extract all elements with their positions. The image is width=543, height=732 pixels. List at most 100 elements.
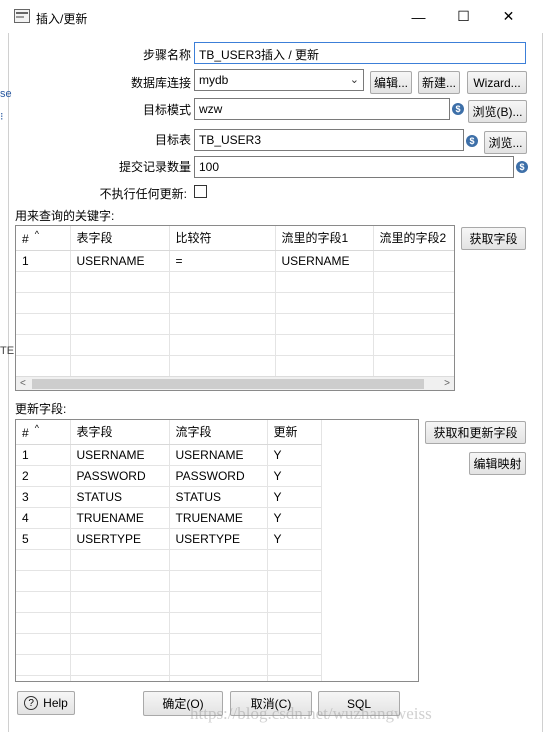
- table-row[interactable]: [16, 633, 322, 655]
- maximize-icon: ☐: [457, 8, 470, 24]
- table-cell[interactable]: Y: [267, 444, 322, 466]
- table-row[interactable]: 5 USERTYPE USERTYPE Y: [16, 528, 322, 550]
- get-update-fields-button[interactable]: 获取和更新字段: [425, 421, 526, 444]
- table-cell[interactable]: USERNAME: [275, 250, 374, 272]
- update-table-grid: # ^ 表字段 流字段 更新 1 USERNAME USERNAME Y 2 PA…: [16, 420, 322, 681]
- no-update-checkbox[interactable]: [194, 185, 207, 198]
- table-row[interactable]: 3 STATUS STATUS Y: [16, 486, 322, 508]
- key-table: # ^ 表字段 比较符 流里的字段1 流里的字段2 1 USERNAME = US…: [15, 225, 455, 391]
- table-cell[interactable]: TRUENAME: [70, 507, 170, 529]
- table-cell[interactable]: USERNAME: [70, 250, 170, 272]
- column-header[interactable]: # ^: [16, 226, 71, 251]
- table-cell[interactable]: TRUENAME: [169, 507, 268, 529]
- table-cell[interactable]: Y: [267, 465, 322, 487]
- table-row[interactable]: 4 TRUENAME TRUENAME Y: [16, 507, 322, 529]
- help-button[interactable]: ? Help: [17, 691, 75, 715]
- help-icon: ?: [24, 696, 39, 710]
- minimize-icon: —: [411, 8, 426, 25]
- step-name-input[interactable]: TB_USER3插入 / 更新: [194, 42, 526, 64]
- table-row[interactable]: [16, 334, 454, 356]
- table-cell[interactable]: Y: [267, 528, 322, 550]
- table-cell[interactable]: USERNAME: [70, 444, 170, 466]
- chevron-down-icon: ⌄: [349, 74, 359, 86]
- column-header[interactable]: 表字段: [70, 420, 170, 445]
- variable-icon[interactable]: $: [452, 103, 464, 115]
- table-row[interactable]: [16, 292, 454, 314]
- step-name-label: 步骤名称: [142, 48, 191, 62]
- table-row[interactable]: [16, 355, 454, 377]
- table-header-row: # ^ 表字段 流字段 更新: [16, 420, 322, 445]
- background-artifact: se: [0, 88, 12, 100]
- commit-size-input[interactable]: 100: [194, 156, 514, 178]
- commit-size-label: 提交记录数量: [118, 160, 191, 174]
- table-row[interactable]: [16, 570, 322, 592]
- wizard-button[interactable]: Wizard...: [467, 71, 527, 94]
- table-cell[interactable]: STATUS: [70, 486, 170, 508]
- table-row[interactable]: [16, 549, 322, 571]
- column-header[interactable]: 流里的字段2: [373, 226, 454, 251]
- table-cell[interactable]: PASSWORD: [70, 465, 170, 487]
- variable-icon[interactable]: $: [466, 135, 478, 147]
- edit-mapping-button[interactable]: 编辑映射: [469, 452, 526, 475]
- column-header[interactable]: # ^: [16, 420, 71, 445]
- background-artifact: ⁝: [0, 111, 4, 123]
- table-header-row: # ^ 表字段 比较符 流里的字段1 流里的字段2: [16, 226, 454, 251]
- row-number: 2: [16, 465, 71, 487]
- table-cell[interactable]: Y: [267, 486, 322, 508]
- help-label: Help: [43, 696, 68, 710]
- watermark: https://blog.csdn.net/wuzhangweiss: [190, 704, 432, 723]
- table-row[interactable]: [16, 591, 322, 613]
- key-table-grid: # ^ 表字段 比较符 流里的字段1 流里的字段2 1 USERNAME = US…: [16, 226, 454, 377]
- table-row[interactable]: [16, 612, 322, 634]
- browse-table-button[interactable]: 浏览...: [484, 131, 527, 154]
- maximize-button[interactable]: ☐: [441, 0, 486, 33]
- scroll-right-icon[interactable]: >: [444, 377, 450, 390]
- table-cell[interactable]: USERNAME: [169, 444, 268, 466]
- target-schema-input[interactable]: wzw: [194, 98, 450, 120]
- db-connection-select[interactable]: mydb ⌄: [194, 69, 364, 91]
- column-header[interactable]: 流字段: [169, 420, 268, 445]
- table-cell[interactable]: [373, 250, 454, 272]
- minimize-button[interactable]: —: [396, 0, 441, 33]
- get-fields-button[interactable]: 获取字段: [461, 227, 526, 250]
- scrollbar-thumb[interactable]: [32, 379, 424, 389]
- column-header[interactable]: 比较符: [169, 226, 276, 251]
- table-row[interactable]: 2 PASSWORD PASSWORD Y: [16, 465, 322, 487]
- table-cell[interactable]: =: [169, 250, 276, 272]
- table-cell[interactable]: USERTYPE: [70, 528, 170, 550]
- db-connection-label: 数据库连接: [130, 76, 191, 90]
- table-cell[interactable]: Y: [267, 507, 322, 529]
- table-row[interactable]: [16, 271, 454, 293]
- update-section-label: 更新字段:: [15, 402, 67, 416]
- target-schema-label: 目标模式: [142, 103, 191, 117]
- scroll-left-icon[interactable]: <: [20, 377, 26, 390]
- row-number: 4: [16, 507, 71, 529]
- column-header[interactable]: 更新: [267, 420, 322, 445]
- row-number: 1: [16, 444, 71, 466]
- db-connection-value: mydb: [199, 73, 229, 87]
- window-title: 插入/更新: [36, 12, 88, 26]
- horizontal-scrollbar[interactable]: < >: [16, 376, 454, 390]
- table-row[interactable]: 1 USERNAME = USERNAME: [16, 250, 454, 272]
- column-header[interactable]: 表字段: [70, 226, 170, 251]
- table-cell[interactable]: STATUS: [169, 486, 268, 508]
- table-row[interactable]: [16, 313, 454, 335]
- close-button[interactable]: ✕: [486, 0, 531, 33]
- background-artifact: TE: [0, 345, 15, 357]
- table-row[interactable]: [16, 654, 322, 676]
- browse-schema-button[interactable]: 浏览(B)...: [468, 100, 527, 123]
- variable-icon[interactable]: $: [516, 161, 528, 173]
- table-cell[interactable]: PASSWORD: [169, 465, 268, 487]
- new-connection-button[interactable]: 新建...: [418, 71, 460, 94]
- key-section-label: 用来查询的关键字:: [15, 209, 115, 223]
- column-header[interactable]: 流里的字段1: [275, 226, 374, 251]
- edit-connection-button[interactable]: 编辑...: [370, 71, 412, 94]
- table-row[interactable]: 1 USERNAME USERNAME Y: [16, 444, 322, 466]
- row-number: 3: [16, 486, 71, 508]
- no-update-label: 不执行任何更新:: [99, 187, 187, 201]
- update-table: # ^ 表字段 流字段 更新 1 USERNAME USERNAME Y 2 PA…: [15, 419, 419, 682]
- target-table-label: 目标表: [154, 133, 191, 147]
- target-table-input[interactable]: TB_USER3: [194, 129, 464, 151]
- table-row[interactable]: [16, 675, 322, 681]
- table-cell[interactable]: USERTYPE: [169, 528, 268, 550]
